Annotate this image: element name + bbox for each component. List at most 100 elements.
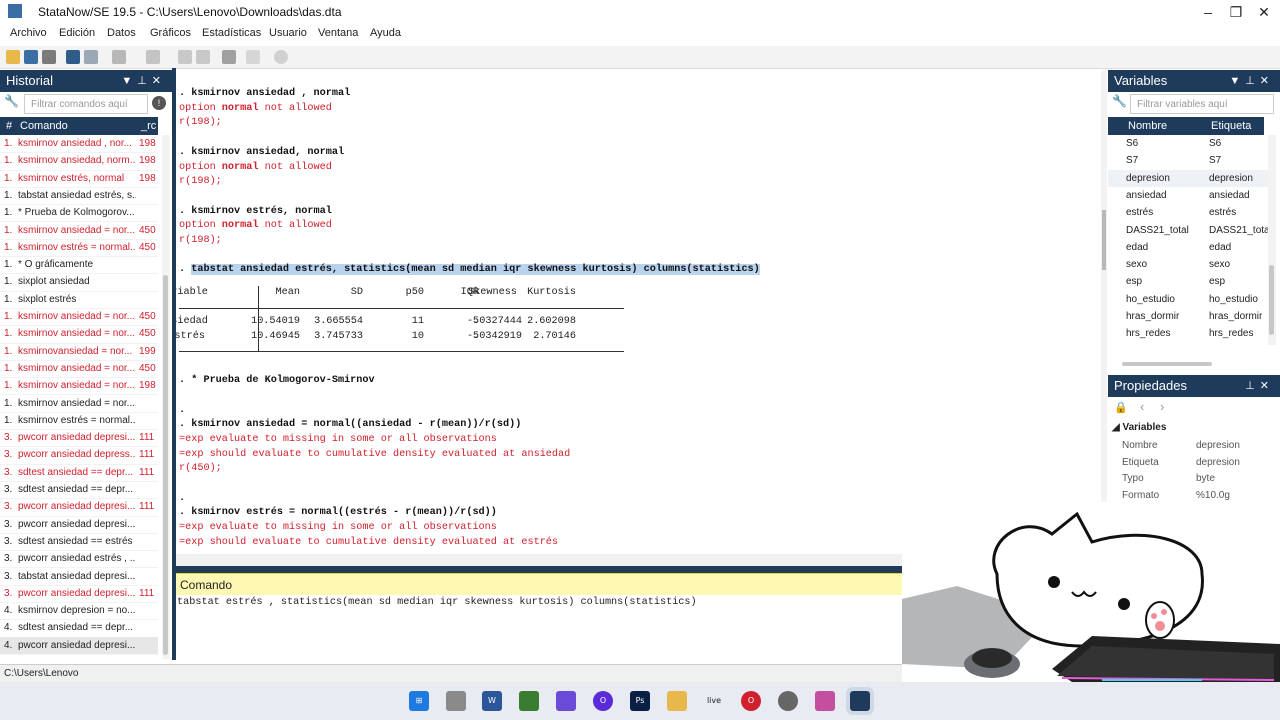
results-hscrollbar[interactable] (176, 554, 902, 566)
lock-icon[interactable]: 🔒 (1114, 401, 1128, 414)
history-row[interactable]: 3. sdtest ansiedad == depr... 111 (0, 464, 158, 482)
photos-icon[interactable] (815, 691, 835, 711)
history-row[interactable]: 1. ksmirnov ansiedad, norm... 198 (0, 152, 158, 171)
save-icon[interactable] (24, 50, 38, 64)
history-row[interactable]: 3. pwcorr ansiedad depress... 111 (0, 446, 158, 465)
menu-archivo[interactable]: Archivo (10, 27, 47, 39)
history-row[interactable]: 1. sixplot ansiedad (0, 273, 158, 292)
history-list[interactable]: 1. ksmirnov ansiedad , nor... 198 1. ksmirno… (0, 135, 158, 659)
dofile-editor-icon[interactable] (146, 50, 160, 64)
viewer-icon[interactable] (84, 50, 98, 64)
history-row[interactable]: 1. ksmirnov ansiedad = nor... 450 (0, 222, 158, 240)
variables-panel-controls[interactable]: ▼⊥✕ (1229, 70, 1274, 92)
more-icon[interactable] (246, 50, 260, 64)
history-row[interactable]: 3. pwcorr ansiedad depresi... 111 (0, 585, 158, 604)
variable-row[interactable]: ansiedad ansiedad (1108, 187, 1268, 204)
history-row[interactable]: 3. pwcorr ansiedad depresi... (0, 516, 158, 534)
variable-row[interactable]: depresion depresion (1108, 169, 1268, 187)
history-row[interactable]: 3. sdtest ansiedad == depr... (0, 481, 158, 500)
menu-estadisticas[interactable]: Estadísticas (202, 27, 261, 39)
history-row[interactable]: 1. sixplot estrés (0, 291, 158, 309)
variable-row[interactable]: sexo sexo (1108, 256, 1268, 273)
minimize-button[interactable]: – (1194, 2, 1222, 22)
print-icon[interactable] (42, 50, 56, 64)
variable-row[interactable]: esp esp (1108, 273, 1268, 290)
menu-ventana[interactable]: Ventana (318, 27, 358, 39)
results-scroll-thumb[interactable] (1102, 210, 1106, 270)
menu-datos[interactable]: Datos (107, 27, 136, 39)
command-text[interactable]: tabstat estrés , statistics(mean sd medi… (177, 597, 697, 608)
variable-row[interactable]: edad edad (1108, 239, 1268, 256)
menu-ayuda[interactable]: Ayuda (370, 27, 401, 39)
variable-row[interactable]: S7 S7 (1108, 152, 1268, 169)
minecraft-icon[interactable] (519, 691, 539, 711)
steam-icon[interactable] (778, 691, 798, 711)
variables-manager-icon[interactable] (222, 50, 236, 64)
break-icon[interactable] (274, 50, 288, 64)
photoshop-icon[interactable]: Ps (630, 691, 650, 711)
variable-row[interactable]: hrs_redes hrs_redes (1108, 325, 1268, 342)
variable-row[interactable]: estrés estrés (1108, 204, 1268, 221)
open-icon[interactable] (6, 50, 20, 64)
history-col-command[interactable]: Comando (20, 117, 68, 135)
menu-edicion[interactable]: Edición (59, 27, 95, 39)
history-row[interactable]: 3. sdtest ansiedad == estrés (0, 533, 158, 552)
windows-start-icon[interactable]: ⊞ (409, 691, 429, 711)
history-col-rc[interactable]: _rc (141, 117, 156, 135)
opera-icon[interactable]: O (741, 691, 761, 711)
variables-wrench-icon[interactable]: 🔧 (1112, 94, 1130, 112)
history-row[interactable]: 1. tabstat ansiedad estrés, s... (0, 187, 158, 206)
variables-col-label[interactable]: Etiqueta (1211, 117, 1251, 135)
collapse-triangle-icon[interactable]: ◢ (1112, 422, 1122, 433)
history-row[interactable]: 1. * Prueba de Kolmogorov... (0, 204, 158, 223)
property-row[interactable]: Typo byte (1108, 471, 1268, 488)
variables-list[interactable]: S6 S6 S7 S7 depresion depresion ansiedad ansied… (1108, 135, 1268, 345)
live-app-icon[interactable]: live (704, 691, 724, 711)
history-scrollbar[interactable] (162, 135, 170, 659)
command-input[interactable]: tabstat estrés , statistics(mean sd medi… (176, 595, 902, 659)
info-icon[interactable]: ! (152, 96, 166, 110)
results-scrollbar[interactable] (1101, 70, 1107, 502)
word-icon[interactable]: W (482, 691, 502, 711)
variable-row[interactable]: ho_estudio ho_estudio (1108, 291, 1268, 308)
history-row[interactable]: 4. sdtest ansiedad == depr... (0, 619, 158, 638)
data-browser-icon[interactable] (196, 50, 210, 64)
task-view-icon[interactable] (446, 691, 466, 711)
data-editor-icon[interactable] (178, 50, 192, 64)
history-row[interactable]: 1. ksmirnov estrés, normal 198 (0, 170, 158, 188)
property-row[interactable]: Etiqueta depresion (1108, 455, 1268, 472)
history-row[interactable]: 3. tabstat ansiedad depresi... (0, 568, 158, 586)
history-row[interactable]: 4. ksmirnov depresion = no... (0, 602, 158, 621)
graph-icon[interactable] (112, 50, 126, 64)
file-explorer-icon[interactable] (667, 691, 687, 711)
restore-button[interactable]: ❐ (1222, 2, 1250, 22)
splitter-command[interactable] (176, 566, 902, 573)
variable-row[interactable]: hras_dormir hras_dormir (1108, 308, 1268, 325)
variable-row[interactable]: DASS21_total DASS21_tota (1108, 222, 1268, 239)
history-row[interactable]: 1. ksmirnov ansiedad , nor... 198 (0, 135, 158, 154)
variables-filter-input[interactable]: Filtrar variables aquí (1130, 94, 1274, 114)
history-row[interactable]: 1. ksmirnov estrés = normal... (0, 412, 158, 431)
history-panel-controls[interactable]: ▼⊥✕ (121, 70, 166, 92)
back-arrow-icon[interactable]: ‹ (1140, 399, 1154, 414)
history-scroll-thumb[interactable] (163, 275, 168, 655)
variables-col-name[interactable]: Nombre (1128, 117, 1167, 135)
history-row[interactable]: 1. ksmirnov ansiedad = nor... 450 (0, 360, 158, 379)
menu-graficos[interactable]: Gráficos (150, 27, 191, 39)
history-row[interactable]: 1. ksmirnov ansiedad = nor... 450 (0, 308, 158, 327)
history-filter-input[interactable]: Filtrar comandos aquí (24, 94, 148, 114)
history-row[interactable]: 1. ksmirnov ansiedad = nor... 450 (0, 325, 158, 344)
variables-scroll-thumb[interactable] (1269, 265, 1274, 335)
wrench-icon[interactable]: 🔧 (4, 94, 22, 112)
property-row[interactable]: Formato %10.0g (1108, 488, 1268, 505)
history-row[interactable]: 1. ksmirnov ansiedad = nor... (0, 395, 158, 413)
history-row[interactable]: 3. pwcorr ansiedad depresi... 111 (0, 498, 158, 517)
history-row[interactable]: 1. * O gráficamente (0, 256, 158, 275)
copilot-icon[interactable] (556, 691, 576, 711)
properties-panel-controls[interactable]: ⊥✕ (1245, 375, 1274, 397)
history-row[interactable]: 1. ksmirnovansiedad = nor... 199 (0, 343, 158, 361)
variables-scrollbar[interactable] (1268, 135, 1276, 345)
stata-taskbar-icon[interactable] (846, 687, 874, 715)
history-row[interactable]: 1. ksmirnov estrés = normal... 450 (0, 239, 158, 258)
history-row[interactable]: 1. ksmirnov ansiedad = nor... 198 (0, 377, 158, 396)
